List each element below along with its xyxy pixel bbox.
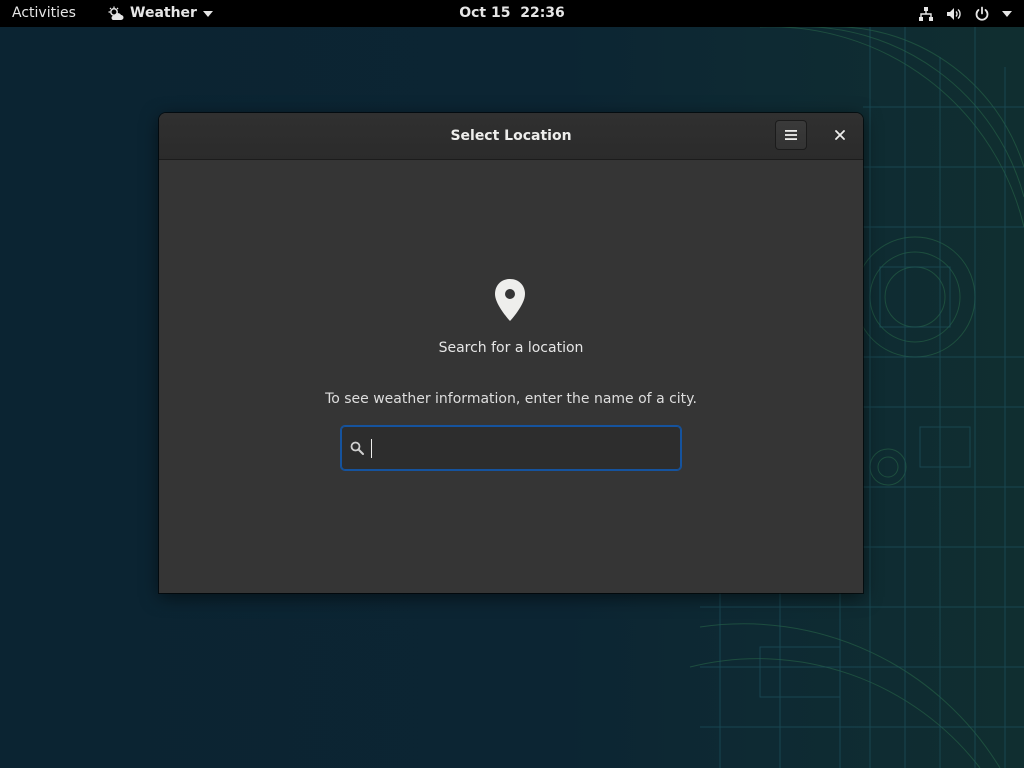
top-bar: Activities Weather Oct 15 22:36 bbox=[0, 0, 1024, 27]
menu-button[interactable] bbox=[775, 120, 807, 150]
activities-label: Activities bbox=[12, 5, 76, 21]
hamburger-menu-icon bbox=[785, 130, 797, 140]
app-menu-label: Weather bbox=[130, 5, 197, 21]
window-title: Select Location bbox=[450, 128, 572, 144]
close-icon bbox=[835, 130, 845, 140]
volume-icon bbox=[947, 7, 961, 20]
empty-state-heading: Search for a location bbox=[438, 340, 584, 356]
app-menu-button[interactable]: Weather bbox=[108, 0, 213, 27]
empty-state-description: To see weather information, enter the na… bbox=[325, 391, 697, 407]
window-content: Search for a location To see weather inf… bbox=[159, 160, 863, 593]
network-icon bbox=[919, 6, 933, 21]
chevron-down-icon bbox=[202, 10, 213, 17]
power-icon bbox=[975, 6, 989, 21]
activities-button[interactable]: Activities bbox=[12, 0, 76, 27]
chevron-down-icon bbox=[1002, 10, 1012, 17]
system-tray[interactable] bbox=[918, 0, 1012, 27]
select-location-dialog: Select Location Search for a location To… bbox=[159, 113, 863, 593]
text-cursor bbox=[371, 439, 372, 458]
search-input[interactable] bbox=[370, 432, 681, 464]
location-search-entry[interactable] bbox=[340, 425, 682, 471]
close-button[interactable] bbox=[825, 121, 855, 149]
search-icon bbox=[350, 441, 364, 455]
weather-few-clouds-icon bbox=[108, 6, 124, 20]
clock-label[interactable]: Oct 15 22:36 bbox=[459, 0, 565, 27]
map-pin-icon bbox=[495, 279, 525, 321]
header-bar[interactable]: Select Location bbox=[159, 113, 863, 160]
